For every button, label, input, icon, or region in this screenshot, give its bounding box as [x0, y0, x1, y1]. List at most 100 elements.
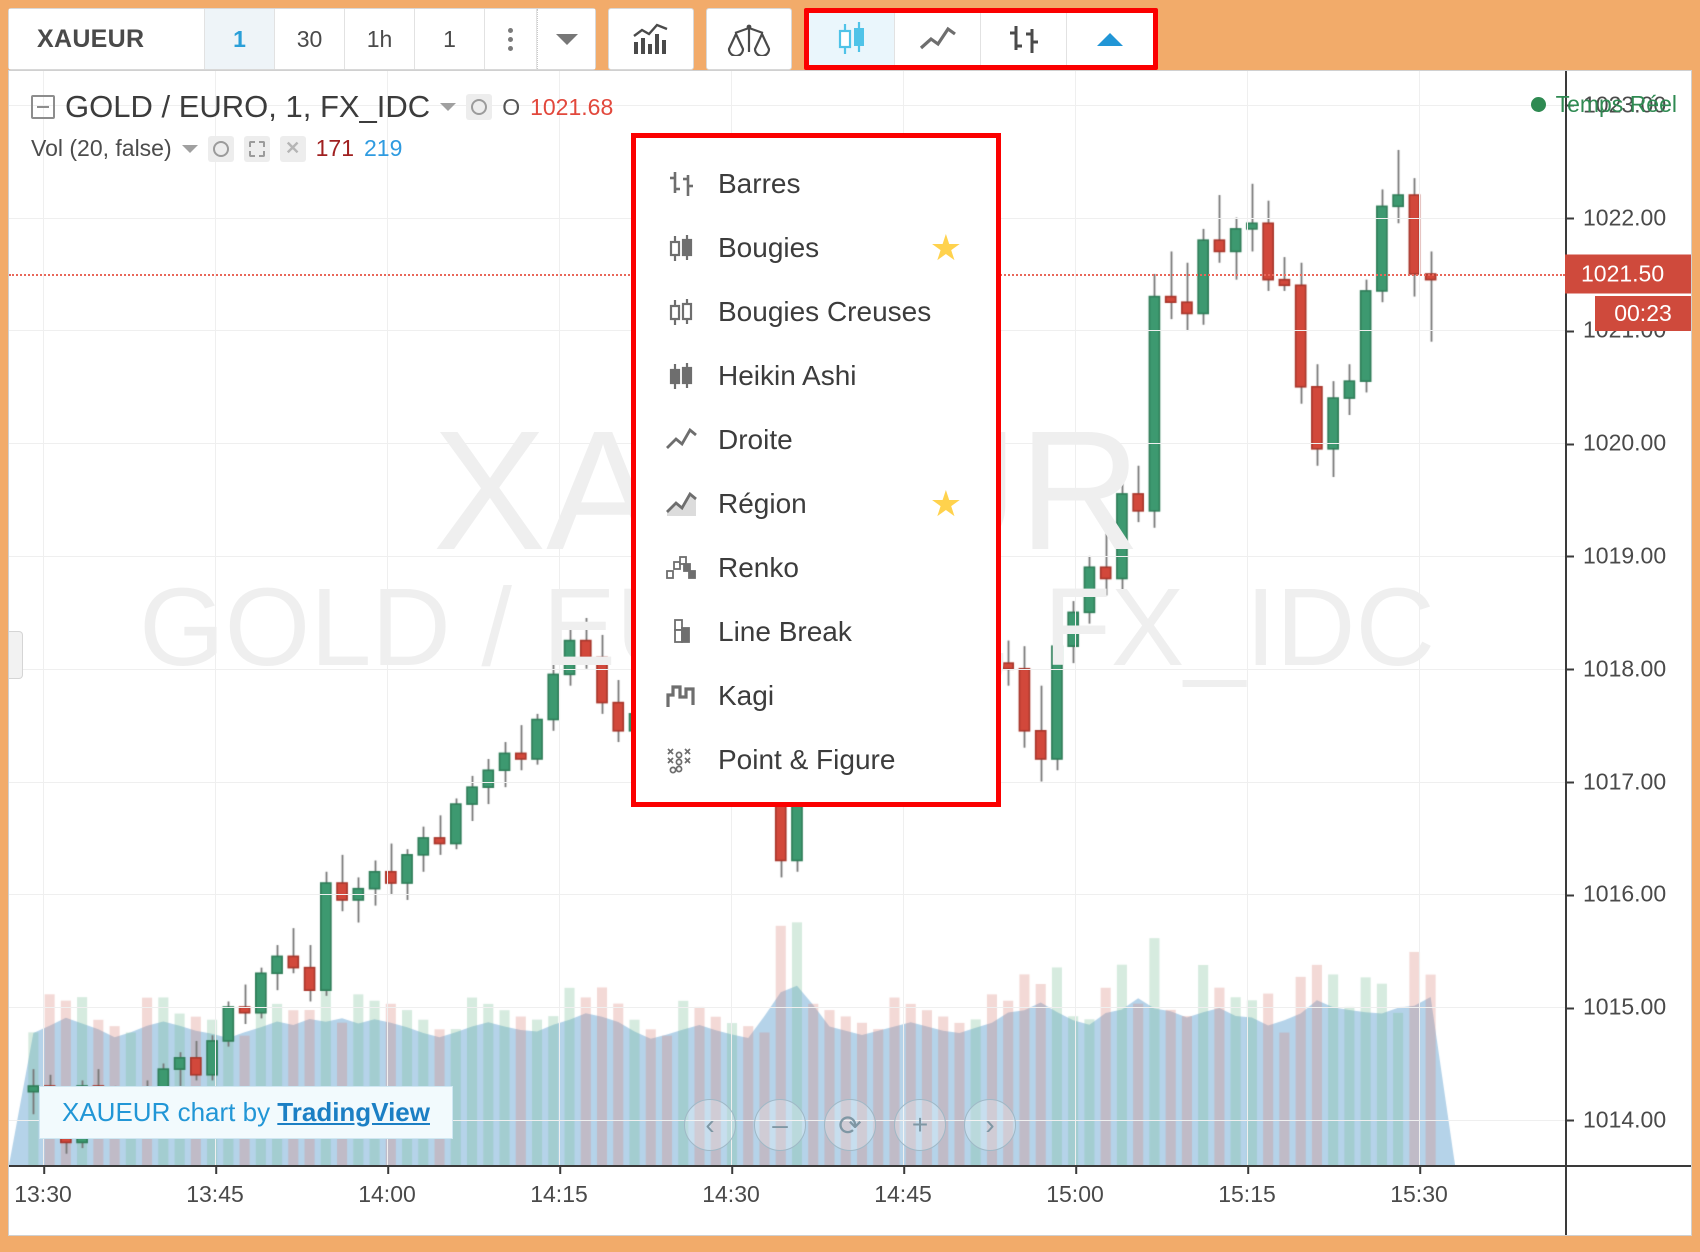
candles-icon: [838, 22, 864, 54]
chart-style-expand-button[interactable]: [1067, 13, 1153, 65]
grid-line: [559, 71, 560, 1165]
time-tick-label: 13:30: [14, 1165, 72, 1208]
chart-style-line-button[interactable]: [895, 13, 981, 65]
eye-icon[interactable]: [466, 94, 493, 120]
interval-button-30m[interactable]: 30: [275, 9, 345, 69]
kagi-icon: [658, 676, 704, 716]
legend-study-row: Vol (20, false) ✕ 171 219: [31, 135, 613, 162]
interval-button-1h[interactable]: 1h: [345, 9, 415, 69]
style-menu-item-label: Heikin Ashi: [718, 360, 857, 391]
chart-style-candles-button[interactable]: [809, 13, 895, 65]
page-title: GOLD / EURO, 1, FX_IDC: [65, 89, 431, 124]
grid-line: [215, 71, 216, 1165]
interval-button-1d[interactable]: 1: [415, 9, 485, 69]
price-scale[interactable]: 1023.001022.001021.001020.001019.001018.…: [1565, 71, 1691, 1165]
chart-style-menu[interactable]: Barres Bougies ★ Bougies Creuses Heikin Ashi…: [631, 133, 1001, 807]
interval-dropdown-button[interactable]: [537, 9, 595, 69]
grid-line: [1075, 71, 1076, 1165]
style-menu-item-label: Droite: [718, 424, 793, 455]
renko-icon: [658, 548, 704, 588]
realtime-dot-icon: [1530, 97, 1546, 112]
bars-icon: [1009, 26, 1038, 53]
time-tick-label: 14:15: [530, 1165, 588, 1208]
chart-area[interactable]: XAUEUR GOLD / EURO, 1, FX_IDC GOLD / EUR…: [8, 70, 1692, 1236]
time-tick-label: 13:45: [186, 1165, 244, 1208]
hollow-candles-icon: [658, 292, 704, 332]
style-menu-item-label: Bougies: [718, 232, 820, 263]
style-menu-item-r-gion[interactable]: Région ★: [636, 472, 996, 536]
realtime-label: Temps Réel: [1555, 91, 1677, 117]
countdown-badge: 00:23: [1595, 296, 1691, 331]
collapse-icon[interactable]: [31, 95, 55, 119]
ohlc-open-value: 1021.68: [530, 93, 614, 120]
chart-style-bars-button[interactable]: [981, 13, 1067, 65]
price-tick-label: 1016.00: [1565, 881, 1691, 908]
ohlc-open-label: O: [502, 93, 521, 120]
chevron-down-icon[interactable]: [181, 144, 198, 153]
style-menu-item-label: Line Break: [718, 616, 852, 647]
kebab-menu-icon: [508, 27, 513, 51]
tradingview-attribution-badge[interactable]: XAUEUR chart by TradingView: [39, 1086, 453, 1139]
style-menu-item-label: Barres: [718, 168, 801, 199]
indicators-button[interactable]: [608, 8, 694, 70]
price-tick-label: 1017.00: [1565, 768, 1691, 795]
style-menu-item-label: Point & Figure: [718, 744, 896, 775]
study-name: Vol (20, false): [31, 135, 172, 161]
favorite-star-icon[interactable]: ★: [930, 230, 962, 266]
grid-line: [1419, 71, 1420, 1165]
candles-icon: [658, 228, 704, 268]
zoom-in-button[interactable]: +: [894, 1099, 946, 1151]
style-menu-item-bougies[interactable]: Bougies ★: [636, 216, 996, 280]
chart-style-group: [804, 8, 1158, 70]
reset-chart-button[interactable]: ⟳: [824, 1099, 876, 1151]
price-tick-label: 1022.00: [1565, 204, 1691, 231]
style-menu-item-label: Bougies Creuses: [718, 296, 932, 327]
study-value-secondary: 219: [364, 135, 403, 161]
scroll-left-button[interactable]: ‹: [684, 1099, 736, 1151]
time-tick-label: 14:00: [358, 1165, 416, 1208]
close-icon[interactable]: ✕: [279, 135, 306, 162]
price-tick-label: 1020.00: [1565, 430, 1691, 457]
style-menu-item-renko[interactable]: Renko: [636, 536, 996, 600]
favorite-star-icon[interactable]: ★: [930, 486, 962, 522]
time-scale[interactable]: 13:30 13:45 14:00 14:15 14:30 14:45 15:00 15:15…: [9, 1165, 1565, 1235]
style-menu-item-label: Kagi: [718, 680, 775, 711]
grid-line: [387, 71, 388, 1165]
scroll-right-button[interactable]: ›: [964, 1099, 1016, 1151]
line-break-icon: [658, 612, 704, 652]
line-icon: [919, 26, 956, 50]
eye-icon[interactable]: [207, 135, 234, 162]
balance-scale-icon: [727, 24, 771, 56]
symbol-button[interactable]: XAUEUR: [9, 9, 205, 69]
interval-button-1m[interactable]: 1: [205, 9, 275, 69]
axis-corner: [1565, 1165, 1691, 1235]
heikin-ashi-icon: [658, 356, 704, 396]
legend-main-row: GOLD / EURO, 1, FX_IDC O 1021.68: [31, 89, 613, 125]
style-menu-item-barres[interactable]: Barres: [636, 152, 996, 216]
price-tick-label: 1018.00: [1565, 655, 1691, 682]
time-tick-label: 15:30: [1390, 1165, 1448, 1208]
price-tick-label: 1015.00: [1565, 994, 1691, 1021]
point-and-figure-icon: [658, 740, 704, 780]
left-panel-toggle[interactable]: [9, 631, 23, 679]
chart-navigation-controls: ‹ – ⟳ + ›: [684, 1099, 1016, 1151]
more-intervals-button[interactable]: [485, 9, 537, 69]
gear-icon[interactable]: [243, 135, 270, 162]
tv-badge-brand[interactable]: TradingView: [277, 1097, 430, 1127]
grid-line: [9, 1007, 1565, 1009]
style-menu-item-bougies-creuses[interactable]: Bougies Creuses: [636, 280, 996, 344]
style-menu-item-point-figure[interactable]: Point & Figure: [636, 728, 996, 792]
indicators-chart-icon: [633, 23, 668, 54]
price-tick-label: 1014.00: [1565, 1106, 1691, 1133]
compare-button[interactable]: [706, 8, 792, 70]
tradingview-chart-widget: XAUEUR 1 30 1h 1 GOLD / FX_IDC GOLD / EU…: [0, 0, 1700, 1252]
style-menu-item-heikin-ashi[interactable]: Heikin Ashi: [636, 344, 996, 408]
style-menu-item-kagi[interactable]: Kagi: [636, 664, 996, 728]
tv-badge-prefix: XAUEUR chart by: [62, 1097, 278, 1127]
chart-legend: GOLD / EURO, 1, FX_IDC O 1021.68 Vol (20…: [31, 89, 613, 162]
style-menu-item-line-break[interactable]: Line Break: [636, 600, 996, 664]
zoom-out-button[interactable]: –: [754, 1099, 806, 1151]
current-price-badge: 1021.50: [1565, 254, 1691, 294]
chevron-down-icon[interactable]: [440, 103, 457, 111]
style-menu-item-droite[interactable]: Droite: [636, 408, 996, 472]
